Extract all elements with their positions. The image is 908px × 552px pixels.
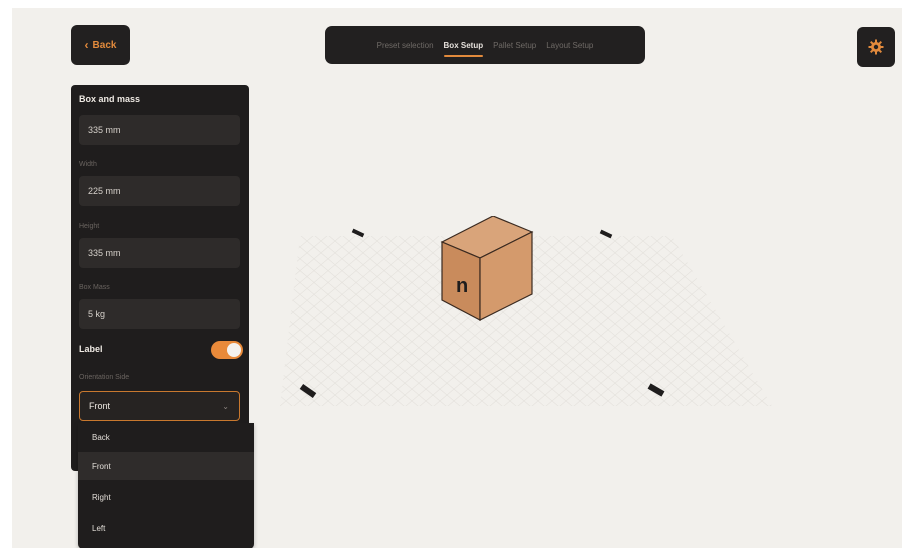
step-pallet-setup[interactable]: Pallet Setup xyxy=(493,41,536,50)
dropdown-option-right[interactable]: Right xyxy=(78,483,254,511)
height-value: 335 mm xyxy=(88,248,121,258)
box-settings-panel: Box and mass 335 mm Width 225 mm Height … xyxy=(71,85,249,471)
height-field[interactable]: 335 mm xyxy=(79,238,240,268)
panel-title: Box and mass xyxy=(79,94,141,104)
settings-button[interactable] xyxy=(857,27,895,67)
height-label: Height xyxy=(79,223,100,230)
step-preset-selection[interactable]: Preset selection xyxy=(377,41,434,50)
width-field[interactable]: 225 mm xyxy=(79,176,240,206)
step-layout-setup[interactable]: Layout Setup xyxy=(546,41,593,50)
label-toggle-label: Label xyxy=(79,344,103,354)
dropdown-option-back[interactable]: Back xyxy=(78,423,254,451)
box-mass-field[interactable]: 5 kg xyxy=(79,299,240,329)
pallet-corner-marker xyxy=(351,228,365,238)
orientation-dropdown: Back Front Right Left xyxy=(78,423,254,548)
dropdown-option-left[interactable]: Left xyxy=(78,514,254,542)
orientation-side-label: Orientation Side xyxy=(79,374,130,381)
pallet-corner-marker xyxy=(647,383,665,397)
box-3d-model[interactable]: n xyxy=(440,216,540,322)
chevron-down-icon: ⌄ xyxy=(222,401,229,411)
width-value: 225 mm xyxy=(88,186,121,196)
gear-icon xyxy=(868,39,884,55)
orientation-selected-value: Front xyxy=(89,401,111,411)
length-field[interactable]: 335 mm xyxy=(79,115,240,145)
step-box-setup[interactable]: Box Setup xyxy=(443,41,483,57)
toggle-knob xyxy=(227,343,241,357)
dropdown-option-front[interactable]: Front xyxy=(78,452,254,480)
viewport-canvas[interactable]: ‹ Back Preset selection Box Setup Pallet… xyxy=(12,8,902,548)
orientation-side-select[interactable]: Front ⌄ xyxy=(79,391,240,421)
step-bar: Preset selection Box Setup Pallet Setup … xyxy=(325,26,645,64)
box-label: n xyxy=(456,275,468,297)
label-toggle[interactable] xyxy=(211,341,243,359)
back-label: Back xyxy=(92,39,117,51)
box-mass-label: Box Mass xyxy=(79,284,110,291)
box-mass-value: 5 kg xyxy=(88,309,106,319)
length-value: 335 mm xyxy=(88,125,121,135)
chevron-left-icon: ‹ xyxy=(84,38,89,52)
back-button[interactable]: ‹ Back xyxy=(71,25,130,65)
width-label: Width xyxy=(79,161,97,168)
